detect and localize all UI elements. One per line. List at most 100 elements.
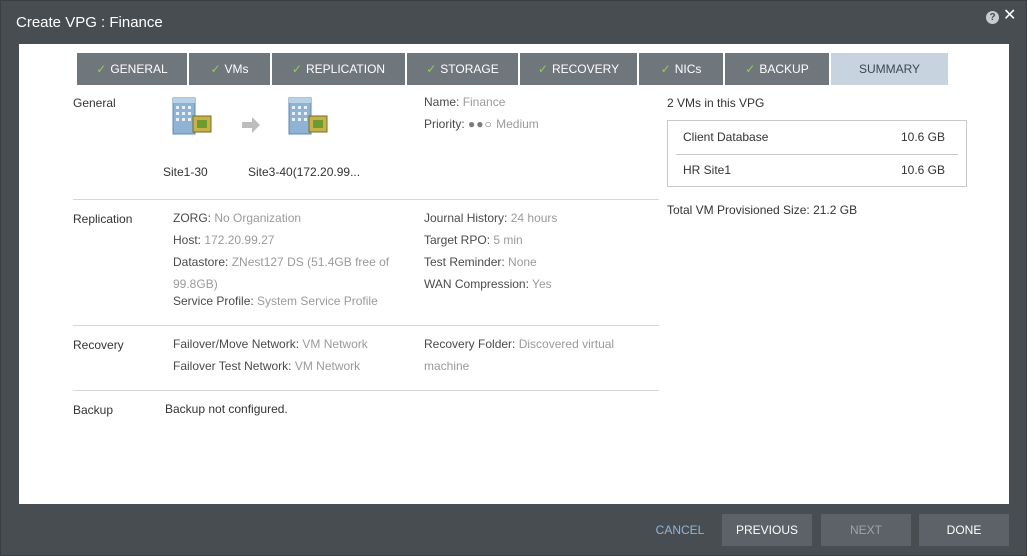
service-profile-label: Service Profile: xyxy=(173,294,254,308)
datastore-value: ZNest127 DS (51.4GB free of xyxy=(231,255,390,269)
divider xyxy=(73,325,659,326)
recovery-folder-value-cont: machine xyxy=(424,359,470,373)
section-replication-label: Replication xyxy=(73,212,133,226)
tab-label: BACKUP xyxy=(759,62,809,76)
summary-panel: ✓ GENERAL ✓ VMs ✓ REPLICATION ✓ STORAGE ✓ REC… xyxy=(19,44,1009,504)
failover-network-value: VM Network xyxy=(302,337,368,351)
rpo-row: Target RPO: 5 min xyxy=(424,233,523,247)
rpo-label: Target RPO: xyxy=(424,233,491,247)
datastore-value-cont: 99.8GB) xyxy=(173,277,218,291)
target-site-label: Site3-40(172.20.99... xyxy=(248,165,361,179)
check-icon: ✓ xyxy=(96,62,107,76)
help-icon[interactable]: ? xyxy=(986,11,999,24)
vms-header: 2 VMs in this VPG xyxy=(667,96,765,110)
source-site-label: Site1-30 xyxy=(163,165,208,179)
vm-size: 10.6 GB xyxy=(900,130,945,144)
tab-replication[interactable]: ✓ REPLICATION xyxy=(272,53,405,85)
tab-label: VMs xyxy=(224,62,249,76)
service-profile-row: Service Profile: System Service Profile xyxy=(173,294,378,308)
tab-label: NICs xyxy=(674,62,702,76)
test-reminder-label: Test Reminder: xyxy=(424,255,505,269)
close-icon[interactable]: ✕ xyxy=(1003,8,1016,24)
priority-value: Medium xyxy=(496,117,539,131)
next-button[interactable]: NEXT xyxy=(821,514,911,546)
tab-general[interactable]: ✓ GENERAL xyxy=(77,53,187,85)
wizard-tabs: ✓ GENERAL ✓ VMs ✓ REPLICATION ✓ STORAGE ✓ REC… xyxy=(77,53,950,85)
dialog-title: Create VPG : Finance xyxy=(16,14,163,31)
zorg-value: No Organization xyxy=(214,211,302,225)
section-backup-label: Backup xyxy=(73,403,114,417)
recovery-folder-row-cont: machine xyxy=(424,359,469,373)
test-network-value: VM Network xyxy=(294,359,361,373)
divider xyxy=(73,199,659,200)
recovery-folder-row: Recovery Folder: Discovered virtual xyxy=(424,337,614,351)
tab-storage[interactable]: ✓ STORAGE xyxy=(407,53,518,85)
section-general-label: General xyxy=(73,96,116,110)
recovery-folder-value: Discovered virtual xyxy=(518,337,615,351)
datastore-row-cont: 99.8GB) xyxy=(173,277,218,291)
done-button[interactable]: DONE xyxy=(919,514,1009,546)
building-icon xyxy=(172,97,212,135)
divider xyxy=(73,390,659,391)
tab-label: SUMMARY xyxy=(858,62,921,76)
tab-label: GENERAL xyxy=(110,62,168,76)
tab-summary[interactable]: SUMMARY xyxy=(831,53,948,85)
check-icon: ✓ xyxy=(291,62,302,76)
arrow-right-icon xyxy=(242,117,260,133)
create-vpg-dialog: Create VPG : Finance ? ✕ ✓ GENERAL ✓ VMs ✓… xyxy=(0,0,1027,556)
tab-backup[interactable]: ✓ BACKUP xyxy=(725,53,829,85)
failover-network-label: Failover/Move Network: xyxy=(173,337,300,351)
datastore-row: Datastore: ZNest127 DS (51.4GB free of xyxy=(173,255,389,269)
journal-label: Journal History: xyxy=(424,211,508,225)
check-icon: ✓ xyxy=(210,62,221,76)
vm-list-item[interactable]: HR Site1 10.6 GB xyxy=(683,154,955,186)
priority-label: Priority: xyxy=(424,117,465,131)
tab-recovery[interactable]: ✓ RECOVERY xyxy=(520,53,637,85)
datastore-label: Datastore: xyxy=(173,255,229,269)
vm-name: HR Site1 xyxy=(683,163,732,177)
name-row: Name: Finance xyxy=(424,95,505,109)
service-profile-value: System Service Profile xyxy=(257,294,378,308)
check-icon: ✓ xyxy=(426,62,437,76)
vm-name: Client Database xyxy=(683,130,769,144)
rpo-value: 5 min xyxy=(493,233,523,247)
test-network-row: Failover Test Network: VM Network xyxy=(173,359,360,373)
check-icon: ✓ xyxy=(745,62,756,76)
host-value: 172.20.99.27 xyxy=(204,233,275,247)
name-value: Finance xyxy=(462,95,506,109)
total-provisioned-size: Total VM Provisioned Size: 21.2 GB xyxy=(667,203,858,217)
cancel-button[interactable]: CANCEL xyxy=(649,514,711,546)
tab-label: REPLICATION xyxy=(305,62,386,76)
tab-nics[interactable]: ✓ NICs xyxy=(639,53,723,85)
test-reminder-row: Test Reminder: None xyxy=(424,255,537,269)
host-label: Host: xyxy=(173,233,202,247)
wan-compression-row: WAN Compression: Yes xyxy=(424,277,552,291)
journal-value: 24 hours xyxy=(510,211,558,225)
vm-size: 10.6 GB xyxy=(900,163,945,177)
backup-value: Backup not configured. xyxy=(165,402,288,416)
vm-list: Client Database 10.6 GB HR Site1 10.6 GB xyxy=(667,120,967,187)
journal-row: Journal History: 24 hours xyxy=(424,211,557,225)
priority-indicator: ●●○ xyxy=(468,117,493,131)
test-network-label: Failover Test Network: xyxy=(173,359,292,373)
failover-network-row: Failover/Move Network: VM Network xyxy=(173,337,368,351)
wan-compression-label: WAN Compression: xyxy=(424,277,529,291)
zorg-row: ZORG: No Organization xyxy=(173,211,301,225)
tab-label: STORAGE xyxy=(440,62,499,76)
tab-vms[interactable]: ✓ VMs xyxy=(189,53,270,85)
section-recovery-label: Recovery xyxy=(73,338,124,352)
recovery-folder-label: Recovery Folder: xyxy=(424,337,516,351)
check-icon: ✓ xyxy=(660,62,671,76)
dialog-titlebar: Create VPG : Finance ? ✕ xyxy=(1,1,1026,45)
tab-label: RECOVERY xyxy=(551,62,620,76)
check-icon: ✓ xyxy=(537,62,548,76)
priority-row: Priority: ●●○ Medium xyxy=(424,117,539,131)
building-icon xyxy=(288,97,328,135)
name-label: Name: xyxy=(424,95,460,109)
zorg-label: ZORG: xyxy=(173,211,211,225)
previous-button[interactable]: PREVIOUS xyxy=(722,514,812,546)
test-reminder-value: None xyxy=(508,255,537,269)
host-row: Host: 172.20.99.27 xyxy=(173,233,274,247)
vm-list-item[interactable]: Client Database 10.6 GB xyxy=(683,121,955,153)
wan-compression-value: Yes xyxy=(532,277,552,291)
